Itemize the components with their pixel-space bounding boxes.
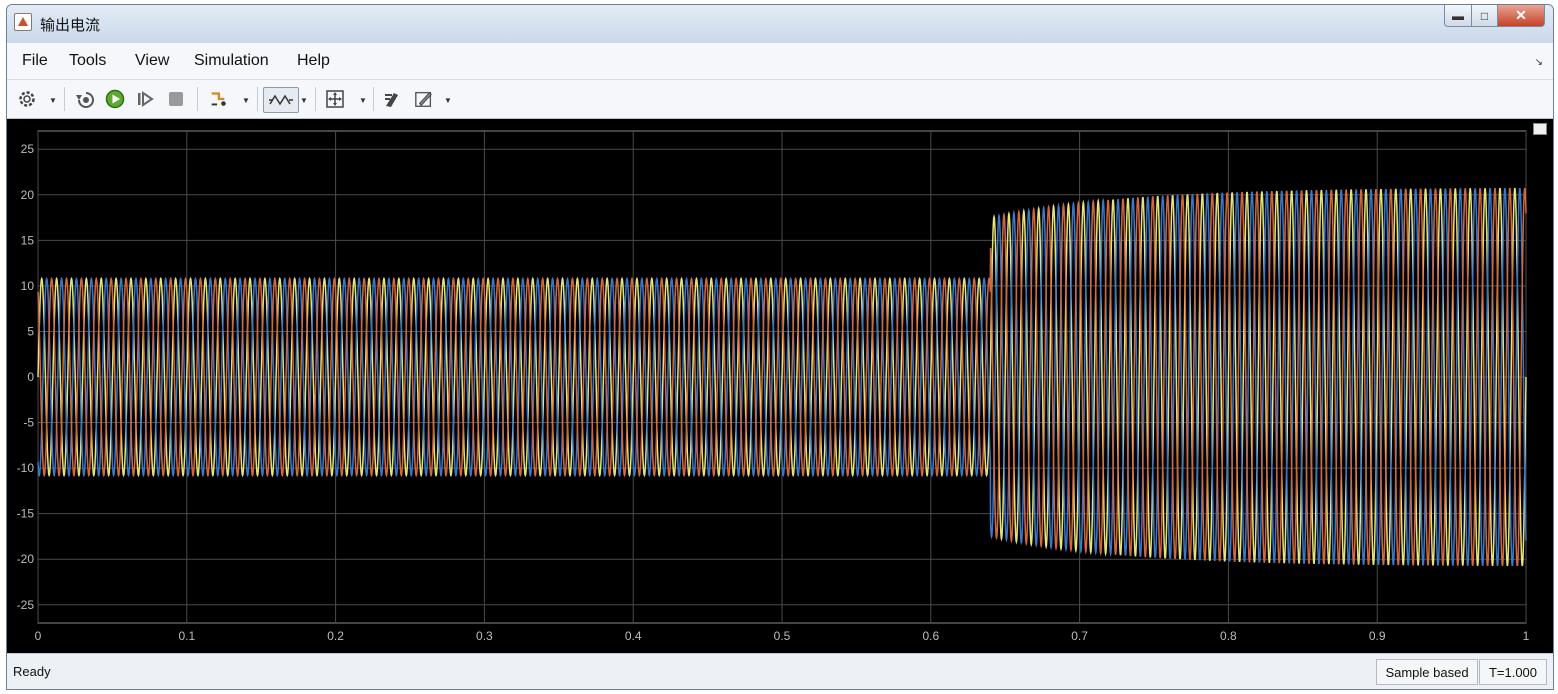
step-forward-icon[interactable] <box>135 89 155 109</box>
step-back-icon[interactable] <box>74 89 94 109</box>
menu-help[interactable]: Help <box>297 52 330 70</box>
run-icon[interactable] <box>105 89 125 109</box>
scope-chart[interactable]: 0 0.1 0.2 0.3 0.4 0.5 0.6 0.7 0.8 0.9 1 25 20 15 10 5 0 -… <box>7 119 1553 653</box>
menu-view[interactable]: View <box>135 52 169 70</box>
toolbar-separator <box>315 87 316 111</box>
status-bar: Ready Sample based T=1.000 <box>7 653 1553 689</box>
menu-simulation[interactable]: Simulation <box>194 52 269 70</box>
fit-to-view-icon[interactable] <box>325 89 345 109</box>
x-tick-label: 0 <box>35 629 42 643</box>
title-bar[interactable]: 输出电流 ▬ □ ✕ <box>7 5 1553 43</box>
minimize-icon: ▬ <box>1452 8 1464 23</box>
x-tick-label: 0.6 <box>922 629 939 643</box>
maximize-icon: □ <box>1480 8 1489 23</box>
signal-select-icon[interactable] <box>382 89 402 109</box>
toolbar-separator <box>64 87 65 111</box>
x-tick-label: 0.5 <box>774 629 791 643</box>
style-icon[interactable] <box>414 89 434 109</box>
zoom-dropdown-arrow-icon[interactable]: ▼ <box>300 96 308 105</box>
toolbar-separator <box>373 87 374 111</box>
y-tick-label: -25 <box>17 598 35 612</box>
x-tick-label: 0.2 <box>327 629 344 643</box>
matlab-app-icon[interactable] <box>14 13 32 31</box>
highlight-icon[interactable] <box>208 89 228 109</box>
sim-time-indicator: T=1.000 <box>1479 659 1547 685</box>
status-text: Ready <box>13 664 51 679</box>
settings-dropdown-arrow-icon[interactable]: ▼ <box>49 96 57 105</box>
y-tick-label: 15 <box>21 233 35 247</box>
x-tick-label: 0.9 <box>1369 629 1386 643</box>
stop-icon[interactable] <box>166 89 186 109</box>
x-tick-label: 0.4 <box>625 629 642 643</box>
y-tick-label: 25 <box>21 142 35 156</box>
y-tick-label: -10 <box>17 461 35 475</box>
y-tick-label: -5 <box>23 416 34 430</box>
toolbar-separator <box>197 87 198 111</box>
undock-legend-icon[interactable] <box>1533 123 1547 135</box>
x-tick-label: 1 <box>1523 629 1530 643</box>
settings-gear-icon[interactable] <box>17 89 37 109</box>
toolbar: ▼ ▼ ▼ ▼ ▼ <box>7 80 1553 119</box>
scope-plot-area[interactable]: 0 0.1 0.2 0.3 0.4 0.5 0.6 0.7 0.8 0.9 1 25 20 15 10 5 0 -… <box>7 119 1553 653</box>
x-tick-label: 0.7 <box>1071 629 1088 643</box>
window-controls: ▬ □ ✕ <box>1444 5 1545 28</box>
y-tick-label: -15 <box>17 507 35 521</box>
fit-dropdown-arrow-icon[interactable]: ▼ <box>359 96 367 105</box>
style-dropdown-arrow-icon[interactable]: ▼ <box>444 96 452 105</box>
x-tick-label: 0.8 <box>1220 629 1237 643</box>
x-tick-label: 0.1 <box>178 629 195 643</box>
close-icon: ✕ <box>1515 7 1527 23</box>
toolbar-options-arrow-icon[interactable]: ↘ <box>1535 57 1543 68</box>
highlight-dropdown-arrow-icon[interactable]: ▼ <box>242 96 250 105</box>
sample-mode-indicator: Sample based <box>1376 659 1478 685</box>
scope-window: 输出电流 ▬ □ ✕ File Tools View Simulation He… <box>6 4 1554 690</box>
close-button[interactable]: ✕ <box>1498 5 1545 27</box>
zoom-icon[interactable] <box>263 87 299 113</box>
toolbar-separator <box>257 87 258 111</box>
maximize-button[interactable]: □ <box>1472 5 1498 27</box>
menu-file[interactable]: File <box>22 52 48 70</box>
y-tick-label: 20 <box>21 188 35 202</box>
menu-tools[interactable]: Tools <box>69 52 106 70</box>
menu-bar: File Tools View Simulation Help ↘ <box>7 43 1553 80</box>
y-tick-label: -20 <box>17 552 35 566</box>
y-tick-label: 5 <box>27 324 34 338</box>
y-tick-label: 10 <box>21 279 35 293</box>
y-tick-label: 0 <box>27 370 34 384</box>
x-tick-label: 0.3 <box>476 629 493 643</box>
minimize-button[interactable]: ▬ <box>1444 5 1472 27</box>
window-title: 输出电流 <box>40 16 101 34</box>
